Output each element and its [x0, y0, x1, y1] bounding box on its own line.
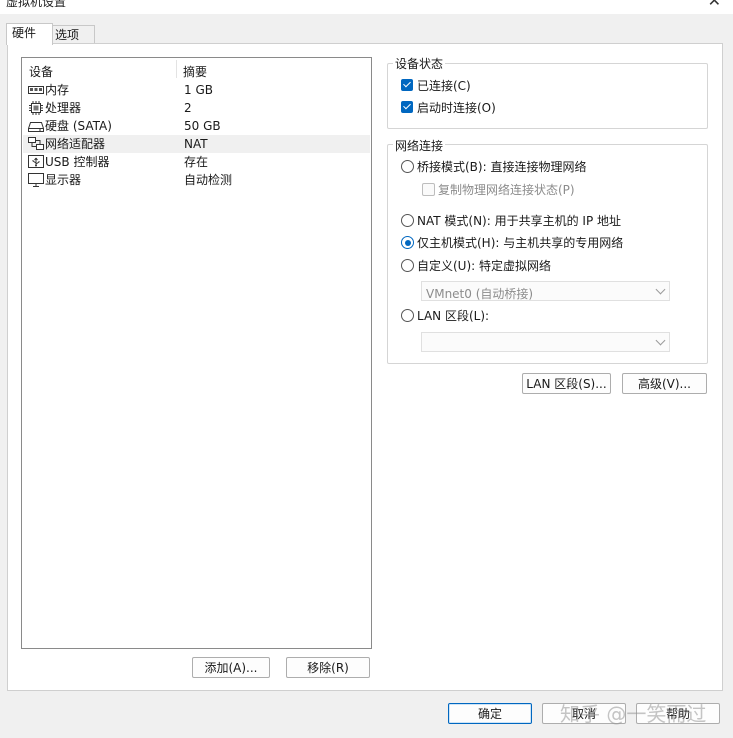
tab-hardware[interactable]: 硬件	[6, 23, 53, 45]
column-device[interactable]: 设备	[29, 63, 53, 80]
network-connection-group	[387, 144, 708, 364]
title-bar: 虚拟机设置 ✕	[0, 0, 733, 14]
bridged-radio[interactable]	[401, 160, 414, 173]
device-name: 硬盘 (SATA)	[45, 119, 112, 133]
monitor-icon	[28, 173, 44, 187]
advanced-button[interactable]: 高级(V)...	[622, 373, 707, 394]
device-row-processor[interactable]: 处理器 2	[23, 99, 370, 117]
hostonly-radio[interactable]	[401, 236, 414, 249]
device-summary: 2	[184, 101, 192, 115]
lan-segment-radio[interactable]	[401, 309, 414, 322]
column-summary[interactable]: 摘要	[183, 63, 207, 80]
memory-icon	[28, 83, 44, 97]
ok-button[interactable]: 确定	[448, 703, 532, 724]
bridged-label[interactable]: 桥接模式(B): 直接连接物理网络	[417, 158, 586, 175]
hostonly-label[interactable]: 仅主机模式(H): 与主机共享的专用网络	[417, 234, 623, 251]
custom-network-select[interactable]: VMnet0 (自动桥接)	[421, 281, 670, 301]
close-icon[interactable]: ✕	[708, 0, 721, 10]
watermark: 知乎 @一笑而过	[560, 702, 707, 726]
custom-radio[interactable]	[401, 259, 414, 272]
device-status-group	[387, 63, 708, 129]
device-name: 处理器	[45, 101, 82, 115]
connect-at-poweron-label[interactable]: 启动时连接(O)	[417, 99, 496, 116]
device-name: 内存	[45, 83, 70, 97]
lan-segment-label[interactable]: LAN 区段(L):	[417, 307, 489, 324]
add-button[interactable]: 添加(A)...	[192, 657, 270, 678]
network-adapter-icon	[28, 137, 44, 151]
connected-label[interactable]: 已连接(C)	[417, 77, 471, 94]
device-row-display[interactable]: 显示器 自动检测	[23, 171, 370, 189]
device-row-network-adapter[interactable]: 网络适配器 NAT	[23, 135, 370, 153]
network-connection-title: 网络连接	[393, 137, 446, 154]
device-name: USB 控制器	[45, 155, 110, 169]
column-separator[interactable]	[176, 60, 177, 78]
device-summary: 50 GB	[184, 119, 221, 133]
chevron-down-icon	[655, 335, 666, 346]
custom-label[interactable]: 自定义(U): 特定虚拟网络	[417, 257, 551, 274]
device-name: 显示器	[45, 173, 82, 187]
device-row-usb[interactable]: USB 控制器 存在	[23, 153, 370, 171]
device-summary: 1 GB	[184, 83, 213, 97]
device-summary: 存在	[184, 155, 209, 169]
remove-button[interactable]: 移除(R)	[286, 657, 370, 678]
chevron-down-icon	[655, 284, 666, 295]
connected-checkbox[interactable]	[401, 79, 413, 91]
device-status-title: 设备状态	[393, 55, 446, 72]
nat-radio[interactable]	[401, 214, 414, 227]
usb-icon	[28, 155, 44, 169]
device-summary: NAT	[184, 137, 208, 151]
window-title: 虚拟机设置	[6, 0, 67, 9]
custom-network-value: VMnet0 (自动桥接)	[426, 287, 534, 301]
tab-options[interactable]: 选项	[49, 25, 95, 45]
device-name: 网络适配器	[45, 137, 106, 151]
replicate-state-label[interactable]: 复制物理网络连接状态(P)	[438, 181, 575, 198]
replicate-state-checkbox[interactable]	[422, 183, 435, 196]
device-row-harddisk[interactable]: 硬盘 (SATA) 50 GB	[23, 117, 370, 135]
lan-segments-button[interactable]: LAN 区段(S)...	[522, 373, 611, 394]
device-summary: 自动检测	[184, 173, 233, 187]
harddisk-icon	[28, 119, 44, 133]
lan-segment-select[interactable]	[421, 332, 670, 352]
connect-at-poweron-checkbox[interactable]	[401, 101, 413, 113]
device-list[interactable]: 设备 摘要 内存 1 GB 处理器 2 硬盘 (SATA) 50 GB 网络适配…	[21, 57, 372, 649]
nat-label[interactable]: NAT 模式(N): 用于共享主机的 IP 地址	[417, 212, 621, 229]
device-row-memory[interactable]: 内存 1 GB	[23, 81, 370, 99]
cpu-icon	[28, 101, 44, 115]
device-list-header: 设备 摘要	[22, 58, 371, 80]
